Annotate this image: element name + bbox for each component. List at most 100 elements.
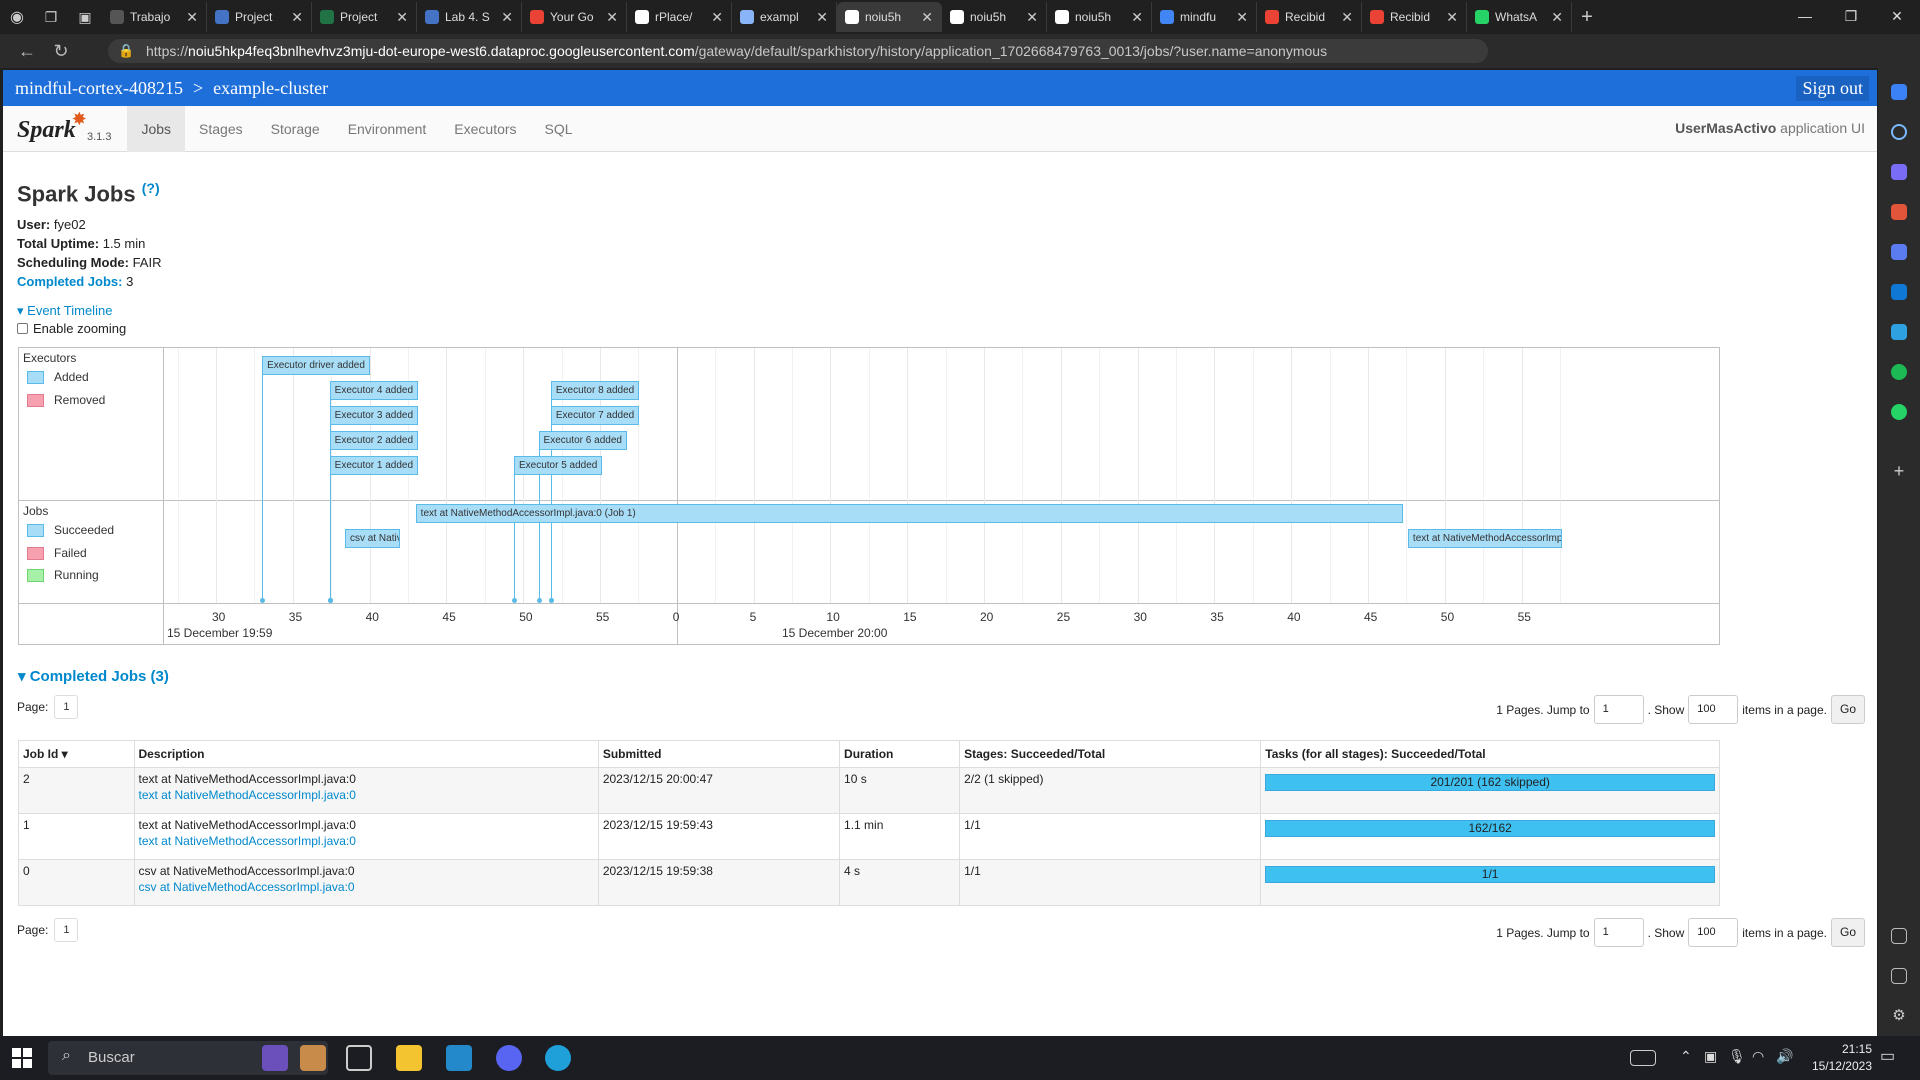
shopping-icon[interactable] <box>1891 164 1907 180</box>
new-tab-button[interactable]: + <box>1572 6 1602 29</box>
job-description-link[interactable]: csv at NativeMethodAccessorImpl.java:0 <box>139 880 594 894</box>
close-window-button[interactable]: ✕ <box>1874 0 1920 34</box>
tab-stages[interactable]: Stages <box>185 106 257 152</box>
system-clock[interactable]: 21:15 15/12/2023 <box>1812 1041 1872 1075</box>
go-button[interactable]: Go <box>1830 918 1865 947</box>
whatsapp-icon[interactable] <box>1891 404 1907 420</box>
job-description-link[interactable]: text at NativeMethodAccessorImpl.java:0 <box>139 834 594 848</box>
executor-event-dot[interactable] <box>327 598 333 603</box>
search-highlight-icon-2[interactable] <box>300 1045 326 1071</box>
browser-tab[interactable]: WhatsA ✕ <box>1467 2 1572 32</box>
lock-icon[interactable]: 🔒 <box>118 43 134 59</box>
job-description-link[interactable]: text at NativeMethodAccessorImpl.java:0 <box>139 788 594 802</box>
tab-sql[interactable]: SQL <box>531 106 587 152</box>
spotify-icon[interactable] <box>1891 364 1907 380</box>
external-link-icon[interactable] <box>1891 968 1907 984</box>
close-tab-icon[interactable]: ✕ <box>186 9 198 26</box>
executor-event-dot[interactable] <box>536 598 542 603</box>
url-field[interactable]: https://noiu5hkp4feq3bnlhevhvz3mju-dot-e… <box>108 39 1488 63</box>
cluster-link[interactable]: example-cluster <box>213 78 328 99</box>
back-button[interactable]: ← <box>10 41 44 62</box>
browser-tab[interactable]: rPlace/ ✕ <box>627 2 732 32</box>
executor-event[interactable]: Executor 3 added <box>329 406 419 425</box>
keyboard-icon[interactable] <box>1630 1050 1656 1066</box>
tab-storage[interactable]: Storage <box>257 106 334 152</box>
executor-event[interactable]: Executor 7 added <box>550 406 640 425</box>
workspaces-icon[interactable]: ❐ <box>34 9 68 26</box>
sign-out-button[interactable]: Sign out <box>1796 75 1869 101</box>
close-tab-icon[interactable]: ✕ <box>291 9 303 26</box>
table-row[interactable]: 2 text at NativeMethodAccessorImpl.java:0… <box>18 767 1720 814</box>
close-tab-icon[interactable]: ✕ <box>501 9 513 26</box>
wifi-icon[interactable]: ◠ <box>1752 1048 1764 1065</box>
volume-icon[interactable]: 🔊 <box>1776 1048 1793 1065</box>
column-header[interactable]: Job Id ▾ <box>18 740 135 768</box>
column-header[interactable]: Tasks (for all stages): Succeeded/Total <box>1260 740 1720 768</box>
send-icon[interactable] <box>1891 324 1907 340</box>
browser-tab[interactable]: noiu5h ✕ <box>942 2 1047 32</box>
executor-event[interactable]: Executor 1 added <box>329 456 419 475</box>
timeline-plot[interactable]: 30 35 40 45 50 55 0 5 10 15 20 25 30 35 40 45 50 55 Execut… <box>164 348 1719 644</box>
minimize-button[interactable]: — <box>1782 0 1828 34</box>
job-bar[interactable]: csv at NativeMethodAccessorImpl.java:0 (… <box>345 529 401 548</box>
edge-icon[interactable] <box>545 1045 571 1071</box>
tab-environment[interactable]: Environment <box>334 106 441 152</box>
spark-logo[interactable]: Spark ✸ <box>3 106 87 152</box>
add-sidebar-icon[interactable]: + <box>1891 462 1907 480</box>
close-tab-icon[interactable]: ✕ <box>1341 9 1353 26</box>
microphone-icon[interactable]: 🎙 <box>1728 1048 1746 1065</box>
browser-tab[interactable]: exampl ✕ <box>732 2 837 32</box>
search-highlight-icon[interactable] <box>262 1045 288 1071</box>
file-explorer-icon[interactable] <box>396 1045 422 1071</box>
browser-tab[interactable]: noiu5h ✕ <box>837 2 942 32</box>
browser-tab[interactable]: Project ✕ <box>207 2 312 32</box>
tab-actions-icon[interactable]: ▣ <box>68 9 102 26</box>
completed-jobs-link[interactable]: Completed Jobs: 3 <box>17 272 1863 291</box>
notification-center-icon[interactable]: ▭ <box>1880 1046 1895 1066</box>
browser-tab[interactable]: Your Go ✕ <box>522 2 627 32</box>
checkbox-icon[interactable] <box>17 323 28 335</box>
close-tab-icon[interactable]: ✕ <box>816 9 828 26</box>
close-tab-icon[interactable]: ✕ <box>1131 9 1143 26</box>
close-tab-icon[interactable]: ✕ <box>396 9 408 26</box>
jump-to-input[interactable]: 1 <box>1593 918 1644 947</box>
outlook-icon[interactable] <box>1891 284 1907 300</box>
go-button[interactable]: Go <box>1830 695 1865 724</box>
tab-executors[interactable]: Executors <box>440 106 530 152</box>
project-link[interactable]: mindful-cortex-408215 <box>15 78 183 99</box>
event-timeline-toggle[interactable]: ▾ Event Timeline <box>17 303 1863 319</box>
completed-jobs-header[interactable]: ▾ Completed Jobs (3) <box>18 667 169 685</box>
enable-zooming-checkbox[interactable]: Enable zooming <box>17 321 1863 336</box>
refresh-button[interactable]: ↻ <box>44 41 78 62</box>
games-icon[interactable] <box>1891 244 1907 260</box>
close-tab-icon[interactable]: ✕ <box>1446 9 1458 26</box>
discord-icon[interactable] <box>496 1045 522 1071</box>
column-header[interactable]: Submitted <box>597 740 841 768</box>
browser-tab[interactable]: Lab 4. S ✕ <box>417 2 522 32</box>
browser-tab[interactable]: Project ✕ <box>312 2 417 32</box>
job-bar[interactable]: text at NativeMethodAccessorImpl.java:0 … <box>415 504 1404 523</box>
executor-event[interactable]: Executor 5 added <box>513 456 603 475</box>
table-row[interactable]: 1 text at NativeMethodAccessorImpl.java:0… <box>18 813 1720 860</box>
close-tab-icon[interactable]: ✕ <box>1026 9 1038 26</box>
notifications-icon[interactable] <box>1891 84 1907 100</box>
table-row[interactable]: 0 csv at NativeMethodAccessorImpl.java:0 c… <box>18 859 1720 906</box>
executor-event-dot[interactable] <box>548 598 554 603</box>
executor-event-dot[interactable] <box>511 598 517 603</box>
tray-app-icon[interactable]: ▣ <box>1704 1048 1717 1065</box>
page-number-button[interactable]: 1 <box>54 695 79 719</box>
vscode-icon[interactable] <box>446 1045 472 1071</box>
column-header[interactable]: Stages: Succeeded/Total <box>959 740 1262 768</box>
executor-event[interactable]: Executor 6 added <box>538 431 627 450</box>
executor-event[interactable]: Executor 2 added <box>329 431 419 450</box>
close-tab-icon[interactable]: ✕ <box>1236 9 1248 26</box>
task-view-icon[interactable] <box>346 1045 372 1071</box>
browser-tab[interactable]: noiu5h ✕ <box>1047 2 1152 32</box>
job-bar[interactable]: text at NativeMethodAccessorImpl.java:0 … <box>1407 529 1562 548</box>
executor-event[interactable]: Executor 4 added <box>329 381 419 400</box>
close-tab-icon[interactable]: ✕ <box>711 9 723 26</box>
page-number-button[interactable]: 1 <box>54 918 79 942</box>
close-tab-icon[interactable]: ✕ <box>1551 9 1563 26</box>
close-tab-icon[interactable]: ✕ <box>606 9 618 26</box>
tab-jobs[interactable]: Jobs <box>127 105 186 152</box>
